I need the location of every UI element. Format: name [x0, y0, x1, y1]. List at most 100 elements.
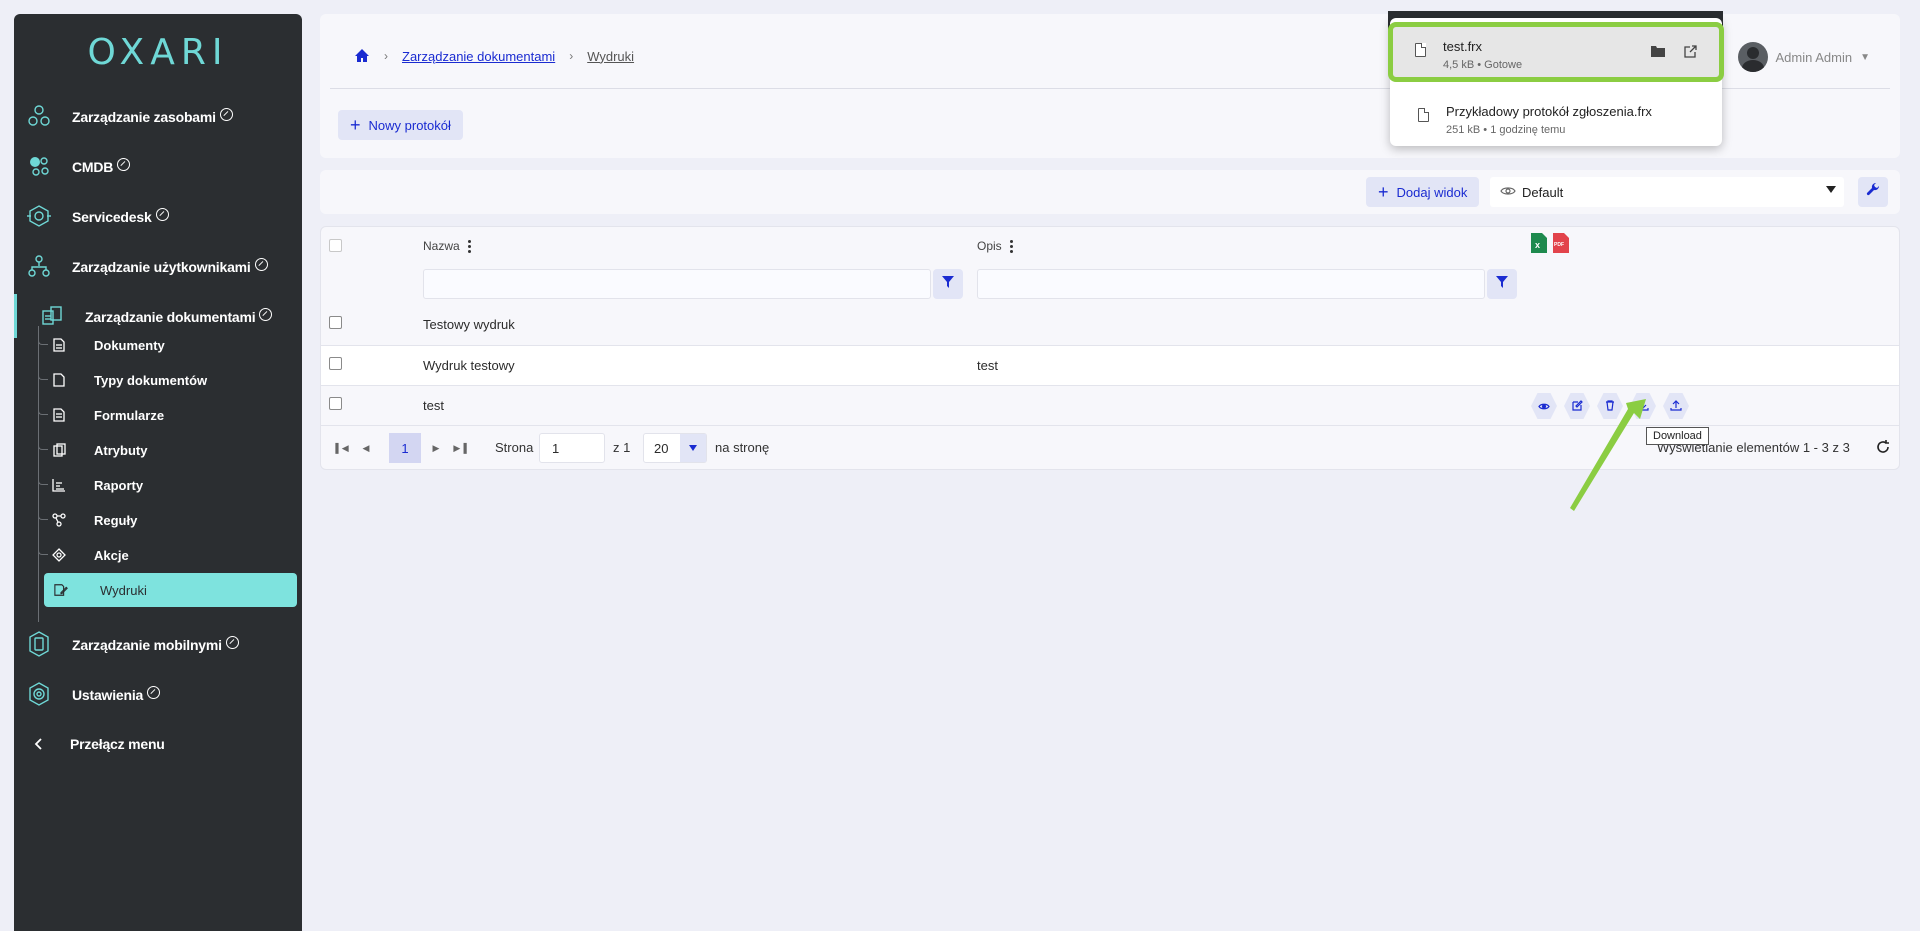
- sidebar-item-servicedesk[interactable]: Servicedesk: [14, 194, 302, 238]
- last-page-button[interactable]: ▶▐: [449, 437, 471, 459]
- home-icon[interactable]: [354, 48, 370, 64]
- chart-icon: [52, 478, 66, 492]
- downloads-popup: test.frx 4,5 kB • Gotowe Przykładowy pro…: [1388, 18, 1724, 146]
- page-number-input[interactable]: 1: [539, 433, 605, 463]
- sidebar-subitem-atrybuty[interactable]: Atrybuty: [38, 434, 298, 466]
- column-menu-icon[interactable]: [1009, 239, 1013, 253]
- sidebar-subitem-dokumenty[interactable]: Dokumenty: [38, 329, 298, 361]
- column-header-name[interactable]: Nazwa: [423, 239, 471, 253]
- sidebar-item-cmdb[interactable]: CMDB: [14, 144, 302, 188]
- sidebar-subitem-reguly[interactable]: Reguły: [38, 504, 298, 536]
- toggle-menu-button[interactable]: Przełącz menu: [14, 722, 302, 766]
- file-icon: [52, 373, 66, 387]
- refresh-icon[interactable]: [1875, 439, 1891, 458]
- edit-button[interactable]: [1564, 393, 1590, 419]
- next-page-button[interactable]: ▶: [425, 437, 447, 459]
- users-tree-icon: [26, 253, 52, 279]
- edit-icon: [1571, 399, 1583, 414]
- download-item[interactable]: Przykładowy protokół zgłoszenia.frx 251 …: [1390, 90, 1722, 144]
- cmdb-icon: [26, 153, 52, 179]
- pdf-icon[interactable]: PDF: [1553, 233, 1569, 258]
- row-checkbox[interactable]: [329, 316, 342, 329]
- first-page-button[interactable]: ▌◀: [331, 437, 353, 459]
- prev-page-button[interactable]: ◀: [355, 437, 377, 459]
- chevron-right-icon: ›: [384, 49, 388, 63]
- add-view-button[interactable]: + Dodaj widok: [1366, 177, 1480, 207]
- upload-button[interactable]: [1663, 393, 1689, 419]
- new-protocol-button[interactable]: + Nowy protokół: [338, 110, 463, 140]
- sidebar-item-assets[interactable]: Zarządzanie zasobami: [14, 94, 302, 138]
- description-filter-button[interactable]: [1487, 269, 1517, 299]
- sidebar-subitem-raporty[interactable]: Raporty: [38, 469, 298, 501]
- download-icon: [1637, 399, 1649, 414]
- external-icon: [259, 307, 273, 321]
- documents-icon: [39, 303, 65, 329]
- external-icon: [254, 257, 268, 271]
- sidebar: OXARI Zarządzanie zasobami CMDB Serviced…: [14, 14, 302, 931]
- plus-icon: +: [1378, 182, 1389, 202]
- sidebar-subitem-formularze[interactable]: Formularze: [38, 399, 298, 431]
- sidebar-subitem-typy[interactable]: Typy dokumentów: [38, 364, 298, 396]
- chevron-down-icon: ▼: [1860, 51, 1870, 63]
- name-filter-button[interactable]: [933, 269, 963, 299]
- table-row[interactable]: Testowy wydruk: [321, 305, 1899, 345]
- filter-icon: [1496, 275, 1508, 293]
- page-button-current[interactable]: 1: [389, 433, 421, 463]
- print-icon: [54, 583, 68, 597]
- eye-icon: [1538, 399, 1550, 414]
- table-row[interactable]: Wydruk testowy test: [321, 345, 1899, 385]
- external-icon: [147, 685, 161, 699]
- sidebar-item-label: Zarządzanie mobilnymi: [72, 636, 222, 653]
- chevron-right-icon: ›: [569, 49, 574, 63]
- row-checkbox[interactable]: [329, 397, 342, 410]
- column-menu-icon[interactable]: [467, 239, 471, 253]
- download-item[interactable]: test.frx 4,5 kB • Gotowe: [1388, 22, 1724, 82]
- external-icon: [219, 107, 233, 121]
- view-settings-button[interactable]: [1858, 177, 1888, 207]
- sidebar-item-mobile[interactable]: Zarządzanie mobilnymi: [14, 622, 302, 666]
- open-external-icon[interactable]: [1680, 41, 1700, 61]
- sidebar-item-settings[interactable]: Ustawienia: [14, 672, 302, 716]
- external-icon: [225, 635, 239, 649]
- description-filter-input[interactable]: [977, 269, 1485, 299]
- name-filter-input[interactable]: [423, 269, 931, 299]
- sidebar-item-label: Zarządzanie dokumentami: [85, 308, 256, 325]
- view-button[interactable]: [1531, 393, 1557, 419]
- breadcrumb-current[interactable]: Wydruki: [587, 49, 634, 64]
- sidebar-item-label: CMDB: [72, 158, 114, 175]
- settings-icon: [26, 681, 52, 707]
- trash-icon: [1605, 399, 1615, 414]
- column-header-description[interactable]: Opis: [977, 239, 1013, 253]
- row-checkbox[interactable]: [329, 357, 342, 370]
- sidebar-subitem-wydruki[interactable]: Wydruki: [44, 573, 297, 607]
- view-select[interactable]: Default: [1490, 177, 1844, 207]
- eye-icon: [1500, 185, 1516, 200]
- plus-icon: +: [350, 115, 361, 135]
- svg-text:x: x: [1535, 240, 1540, 250]
- user-name: Admin Admin: [1775, 49, 1853, 65]
- sidebar-item-label: Zarządzanie użytkownikami: [72, 258, 251, 275]
- sidebar-subitem-akcje[interactable]: Akcje: [38, 539, 298, 571]
- excel-icon[interactable]: x: [1531, 233, 1547, 258]
- external-icon: [117, 157, 131, 171]
- breadcrumb: › Zarządzanie dokumentami › Wydruki: [354, 48, 634, 64]
- page-size-select[interactable]: 20: [643, 433, 707, 463]
- hexagons-icon: [26, 103, 52, 129]
- servicedesk-icon: [26, 203, 52, 229]
- form-icon: [52, 408, 66, 422]
- wrench-icon: [1865, 182, 1881, 203]
- download-button[interactable]: [1630, 393, 1656, 419]
- chevron-down-icon: [1826, 186, 1836, 193]
- user-menu[interactable]: Admin Admin ▼: [1737, 42, 1870, 72]
- document-icon: [52, 338, 66, 352]
- table-row[interactable]: test: [321, 385, 1899, 425]
- sidebar-item-users[interactable]: Zarządzanie użytkownikami: [14, 244, 302, 288]
- mobile-icon: [26, 631, 52, 657]
- attributes-icon: [52, 443, 66, 457]
- breadcrumb-link-documents[interactable]: Zarządzanie dokumentami: [402, 49, 555, 64]
- select-all-checkbox[interactable]: [329, 239, 342, 252]
- folder-icon[interactable]: [1648, 41, 1668, 61]
- avatar: [1737, 42, 1768, 72]
- delete-button[interactable]: [1597, 393, 1623, 419]
- sidebar-item-label: Servicedesk: [72, 208, 152, 225]
